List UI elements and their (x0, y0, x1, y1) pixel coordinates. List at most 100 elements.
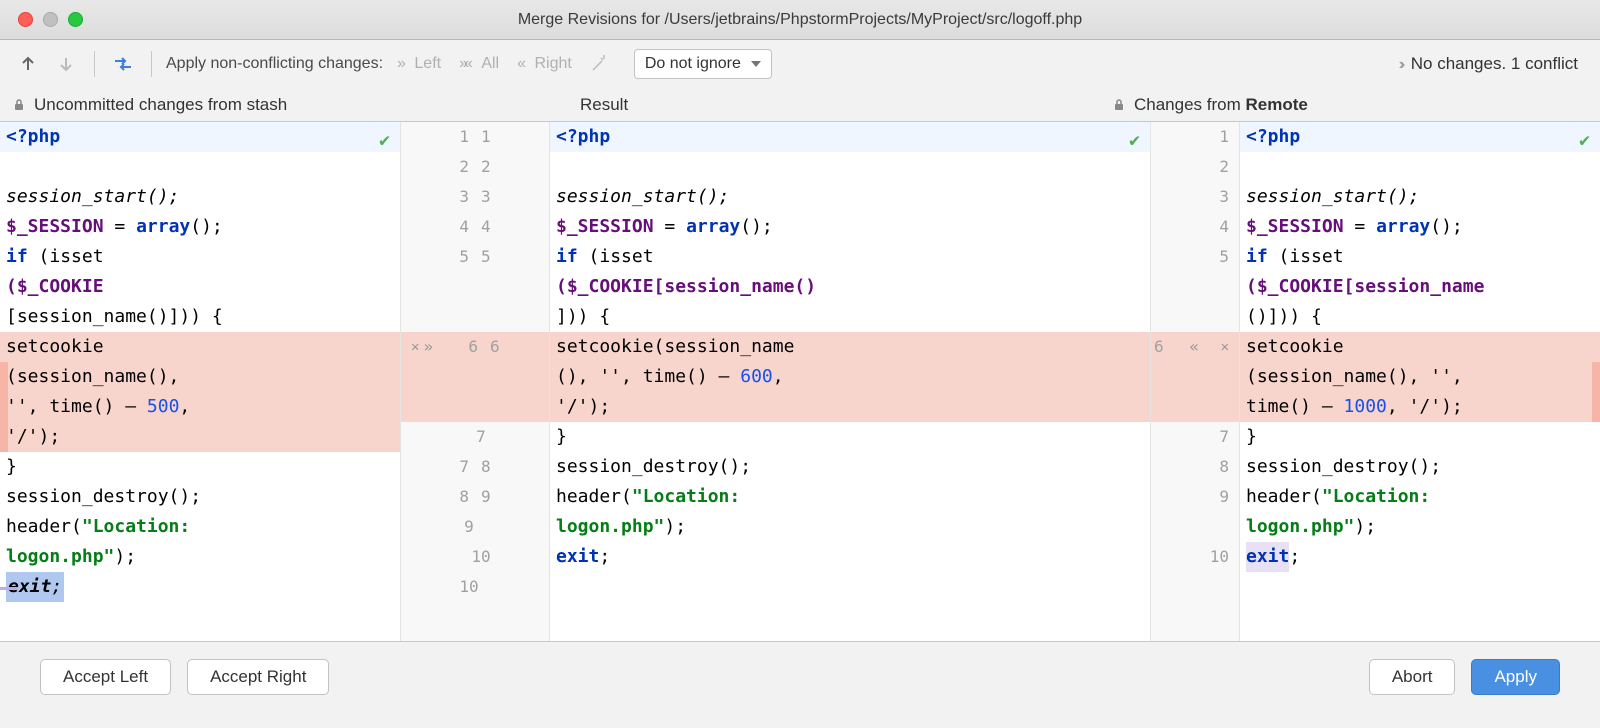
apply-all-label: All (481, 55, 499, 73)
merge-toolbar: Apply non-conflicting changes: » Left »«… (0, 40, 1600, 88)
prev-change-button[interactable] (14, 50, 42, 78)
accept-icon[interactable]: » (423, 332, 429, 362)
gutter-line: 11 (401, 122, 549, 152)
apply-right-button[interactable]: « Right (513, 55, 576, 73)
gutter-line-conflict: ✕»66 (401, 332, 549, 362)
close-window-button[interactable] (18, 12, 33, 27)
merge-body: ✔<?php session_start(); $_SESSION = arra… (0, 122, 1600, 642)
code-line: $_SESSION = array(); (0, 212, 400, 242)
apply-button[interactable]: Apply (1471, 659, 1560, 695)
code-line (1240, 152, 1600, 182)
gutter-line: 9 (1151, 482, 1239, 512)
separator (151, 51, 152, 77)
maximize-window-button[interactable] (68, 12, 83, 27)
code-line: } (0, 452, 400, 482)
code-line: if (isset (1240, 242, 1600, 272)
window-controls (0, 12, 83, 27)
gutter-line (401, 302, 549, 332)
titlebar: Merge Revisions for /Users/jetbrains/Php… (0, 0, 1600, 40)
code-line: ()])) { (1240, 302, 1600, 332)
accept-icon[interactable]: « (1189, 332, 1195, 362)
code-line: } (550, 422, 1150, 452)
code-line-conflict: setcookie (1240, 332, 1600, 362)
gutter-line: 3 (1151, 182, 1239, 212)
gutter-line: 2 (1151, 152, 1239, 182)
gutter-line: 55 (401, 242, 549, 272)
code-line-conflict: (), '', time() – 600, (550, 362, 1150, 392)
dialog-footer: Accept Left Accept Right Abort Apply (0, 642, 1600, 712)
gutter-line (1151, 512, 1239, 542)
code-line-conflict: (session_name(), '', (1240, 362, 1600, 392)
magic-wand-icon[interactable] (586, 55, 612, 73)
gutter-line (401, 392, 549, 422)
code-line: header("Location: (1240, 482, 1600, 512)
gutter-line: 33 (401, 182, 549, 212)
lock-icon (12, 98, 26, 112)
code-line (0, 152, 400, 182)
code-line: if (isset (550, 242, 1150, 272)
code-line: logon.php"); (0, 542, 400, 572)
gutter-line: 78 (401, 452, 549, 482)
code-line-conflict: '/'); (0, 422, 400, 452)
separator (94, 51, 95, 77)
left-gutter: 11 22 33 44 55 ✕»66 7 78 89 9 10 10 (400, 122, 550, 641)
ignore-whitespace-select[interactable]: Do not ignore (634, 49, 772, 79)
pane-header-right: Changes from Remote (1100, 88, 1600, 121)
ignore-select-value: Do not ignore (645, 55, 741, 72)
code-line: session_destroy(); (1240, 452, 1600, 482)
code-line: exit; (1240, 542, 1600, 572)
code-line: ✔<?php (1240, 122, 1600, 152)
gutter-line: 89 (401, 482, 549, 512)
apply-label: Apply non-conflicting changes: (166, 55, 383, 73)
gutter-line: 44 (401, 212, 549, 242)
next-change-button[interactable] (52, 50, 80, 78)
gutter-line (1151, 272, 1239, 302)
gutter-line: 10 (401, 572, 549, 602)
code-line: ✔<?php (0, 122, 400, 152)
gutter-line: 5 (1151, 242, 1239, 272)
code-line: ($_COOKIE (0, 272, 400, 302)
code-line-conflict: time() – 1000, '/'); (1240, 392, 1600, 422)
accept-right-button[interactable]: Accept Right (187, 659, 329, 695)
pane-header-mid-label: Result (580, 95, 628, 115)
apply-left-label: Left (414, 55, 441, 73)
code-line: header("Location: (550, 482, 1150, 512)
swap-icon[interactable] (109, 50, 137, 78)
code-line: session_start(); (550, 182, 1150, 212)
abort-button[interactable]: Abort (1369, 659, 1456, 695)
apply-right-label: Right (534, 55, 571, 73)
gutter-line (1151, 392, 1239, 422)
window-title: Merge Revisions for /Users/jetbrains/Php… (0, 11, 1600, 29)
code-line: session_destroy(); (0, 482, 400, 512)
gutter-line: 7 (1151, 422, 1239, 452)
code-line: } (1240, 422, 1600, 452)
code-line: if (isset (0, 242, 400, 272)
gutter-line: 22 (401, 152, 549, 182)
gutter-line: 9 (401, 512, 549, 542)
status-text: ›› No changes. 1 conflict (1399, 54, 1586, 74)
code-line: exit; (550, 542, 1150, 572)
gutter-line: 1 (1151, 122, 1239, 152)
reject-icon[interactable]: ✕ (411, 332, 419, 362)
code-line: logon.php"); (550, 512, 1150, 542)
result-code-pane[interactable]: ✔<?php session_start(); $_SESSION = arra… (550, 122, 1150, 641)
gutter-line: 7 (401, 422, 549, 452)
code-line (550, 152, 1150, 182)
apply-all-button[interactable]: »« All (455, 55, 503, 73)
apply-left-button[interactable]: » Left (393, 55, 445, 73)
code-line: $_SESSION = array(); (1240, 212, 1600, 242)
left-code-pane[interactable]: ✔<?php session_start(); $_SESSION = arra… (0, 122, 400, 641)
gutter-line (401, 272, 549, 302)
code-line: logon.php"); (1240, 512, 1600, 542)
reject-icon[interactable]: ✕ (1221, 332, 1229, 362)
pane-header-right-label: Changes from Remote (1134, 95, 1308, 115)
pane-header-mid: Result (550, 88, 1100, 121)
gutter-line: 10 (401, 542, 549, 572)
code-line-conflict: (session_name(), (0, 362, 400, 392)
minimize-window-button[interactable] (43, 12, 58, 27)
code-line-conflict: '', time() – 500, (0, 392, 400, 422)
code-line: exit; (0, 572, 400, 602)
gutter-line: 4 (1151, 212, 1239, 242)
right-code-pane[interactable]: ✔<?php session_start(); $_SESSION = arra… (1240, 122, 1600, 641)
accept-left-button[interactable]: Accept Left (40, 659, 171, 695)
